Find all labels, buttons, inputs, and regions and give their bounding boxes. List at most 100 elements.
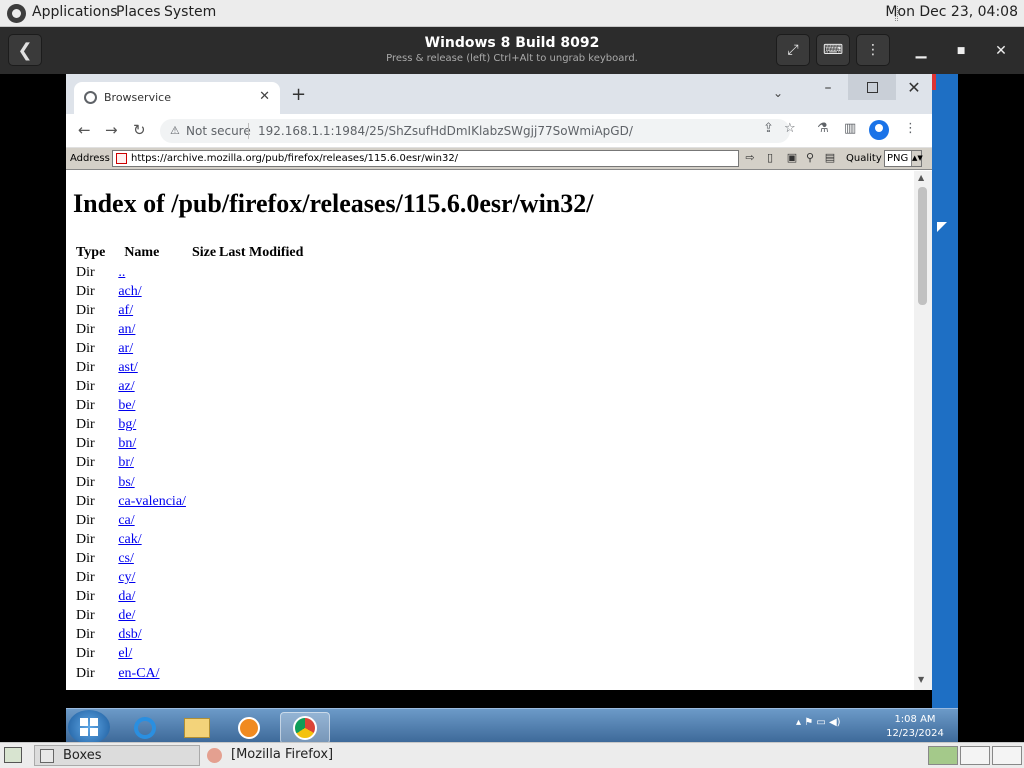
share-icon[interactable]: ⇪ [763,121,774,136]
save-page-icon[interactable]: ▣ [785,151,799,165]
directory-link[interactable]: cak/ [118,532,141,547]
taskbar-item-firefox[interactable]: [Mozilla Firefox] [202,745,502,766]
table-row: Dir de/ [73,607,306,626]
bookmark-icon[interactable]: ▯ [763,151,777,165]
directory-link[interactable]: en-CA/ [118,666,159,681]
vm-display[interactable]: Browservice ✕ + ⌄ – ✕ ← → ↻ ⚠ Not secure… [0,74,1024,744]
internet-explorer-icon [134,717,156,739]
directory-link[interactable]: .. [118,265,125,280]
forward-arrow-icon[interactable]: → [105,121,118,139]
address-value[interactable]: https://archive.mozilla.org/pub/firefox/… [131,153,458,164]
warning-icon[interactable]: ⚠ [170,124,180,137]
directory-link[interactable]: bn/ [118,436,136,451]
directory-link[interactable]: az/ [118,379,134,394]
system-tray-icons[interactable]: ▴ ⚑ ▭ ◀) [796,717,841,728]
windows-taskbar: ▴ ⚑ ▭ ◀) 1:08 AM 12/23/2024 [66,708,958,744]
directory-link[interactable]: ar/ [118,341,133,356]
table-row: Dir.. [73,263,306,282]
tab-browservice[interactable]: Browservice ✕ [74,82,280,114]
omnibox[interactable]: ⚠ Not secure 192.168.1.1:1984/25/ShZsufH… [160,119,790,143]
directory-link[interactable]: af/ [118,303,133,318]
back-arrow-icon[interactable]: ← [78,121,91,139]
directory-link[interactable]: da/ [118,589,135,604]
directory-listing: Type Name Size Last Modified Dir.. Dir ach… [73,243,306,683]
extensions-icon[interactable]: ⚗ [817,121,829,136]
workspace-3[interactable] [992,746,1022,765]
workspace-2[interactable] [960,746,990,765]
table-row: Dir dsb/ [73,626,306,645]
quality-select[interactable]: PNG ▲▼ [884,150,923,167]
taskbar-item-boxes[interactable]: Boxes [34,745,200,766]
address-field[interactable]: https://archive.mozilla.org/pub/firefox/… [112,150,739,167]
tab-strip: Browservice ✕ + ⌄ – ✕ [66,74,932,114]
table-row: Dir ach/ [73,282,306,301]
omnibox-url[interactable]: 192.168.1.1:1984/25/ShZsufHdDmIKlabzSWgj… [258,124,633,138]
directory-link[interactable]: ach/ [118,284,141,299]
directory-link[interactable]: br/ [118,455,134,470]
row-name-cell: dsb/ [108,626,189,645]
scroll-down-icon[interactable]: ▼ [918,675,924,684]
menu-button[interactable]: ⋮ [856,34,890,66]
find-icon[interactable]: ⚲ [803,151,817,165]
go-arrow-icon[interactable]: ⇨ [743,151,757,165]
close-icon: ✕ [995,43,1007,59]
maximize-button[interactable]: ■ [949,39,973,63]
row-type: Dir [76,646,95,662]
keyboard-button[interactable]: ⌨ [816,34,850,66]
directory-link[interactable]: dsb/ [118,627,141,642]
taskbar-chrome[interactable] [280,712,330,744]
side-panel-icon[interactable]: ▥ [844,121,856,136]
directory-link[interactable]: an/ [118,322,135,337]
back-button[interactable]: ❮ [8,34,42,66]
bookmark-star-icon[interactable]: ☆ [784,121,796,136]
listing-header: Type Name Size Last Modified [73,243,306,263]
scrollbar-thumb[interactable] [918,187,927,305]
page-scrollbar[interactable]: ▲ ▼ [914,171,932,690]
fullscreen-icon: ⤢ [787,42,799,58]
workspace-1[interactable] [928,746,958,765]
chrome-maximize-button[interactable] [848,74,896,100]
windows-clock[interactable]: 1:08 AM 12/23/2024 [884,713,946,741]
directory-link[interactable]: el/ [118,646,132,661]
fullscreen-button[interactable]: ⤢ [776,34,810,66]
taskbar-internet-explorer[interactable] [120,712,170,744]
table-row: Dir br/ [73,454,306,473]
start-button[interactable] [68,710,110,744]
clipboard-icon[interactable]: ▤ [823,151,837,165]
system-menu[interactable]: System [164,4,216,20]
directory-link[interactable]: ca-valencia/ [118,494,186,509]
chrome-close-button[interactable]: ✕ [896,78,932,100]
chrome-menu-icon[interactable]: ⋮ [904,121,917,136]
tab-search-chevron-icon[interactable]: ⌄ [773,86,783,100]
directory-link[interactable]: ca/ [118,513,134,528]
directory-link[interactable]: cy/ [118,570,135,585]
chrome-minimize-button[interactable]: – [817,80,839,100]
tab-close-icon[interactable]: ✕ [259,89,270,104]
directory-link[interactable]: cs/ [118,551,134,566]
show-desktop-icon[interactable] [4,747,22,763]
distro-logo-icon[interactable] [7,4,26,23]
directory-link[interactable]: bs/ [118,475,134,490]
profile-avatar-icon[interactable] [869,120,889,140]
directory-link[interactable]: bg/ [118,417,136,432]
new-tab-button[interactable]: + [291,84,306,105]
minimize-button[interactable]: ▁ [909,39,933,63]
row-name-cell: .. [108,263,189,282]
scroll-up-icon[interactable]: ▲ [918,173,924,182]
places-menu[interactable]: Places [116,4,161,20]
applications-menu[interactable]: Applications [32,4,118,20]
taskbar-item-label: Boxes [63,748,102,763]
directory-link[interactable]: ast/ [118,360,137,375]
table-row: Dir cak/ [73,530,306,549]
taskbar-file-explorer[interactable] [172,712,222,744]
directory-link[interactable]: de/ [118,608,135,623]
directory-link[interactable]: be/ [118,398,135,413]
row-name-cell: af/ [108,301,189,320]
spinner-icon[interactable]: ▲▼ [911,151,923,166]
security-chip[interactable]: Not secure [186,124,251,138]
taskbar-media-player[interactable] [224,712,274,744]
row-type: Dir [76,379,95,395]
panel-clock[interactable]: Mon Dec 23, 04:08 [885,4,1018,20]
reload-icon[interactable]: ↻ [133,121,146,139]
close-button[interactable]: ✕ [989,39,1013,63]
